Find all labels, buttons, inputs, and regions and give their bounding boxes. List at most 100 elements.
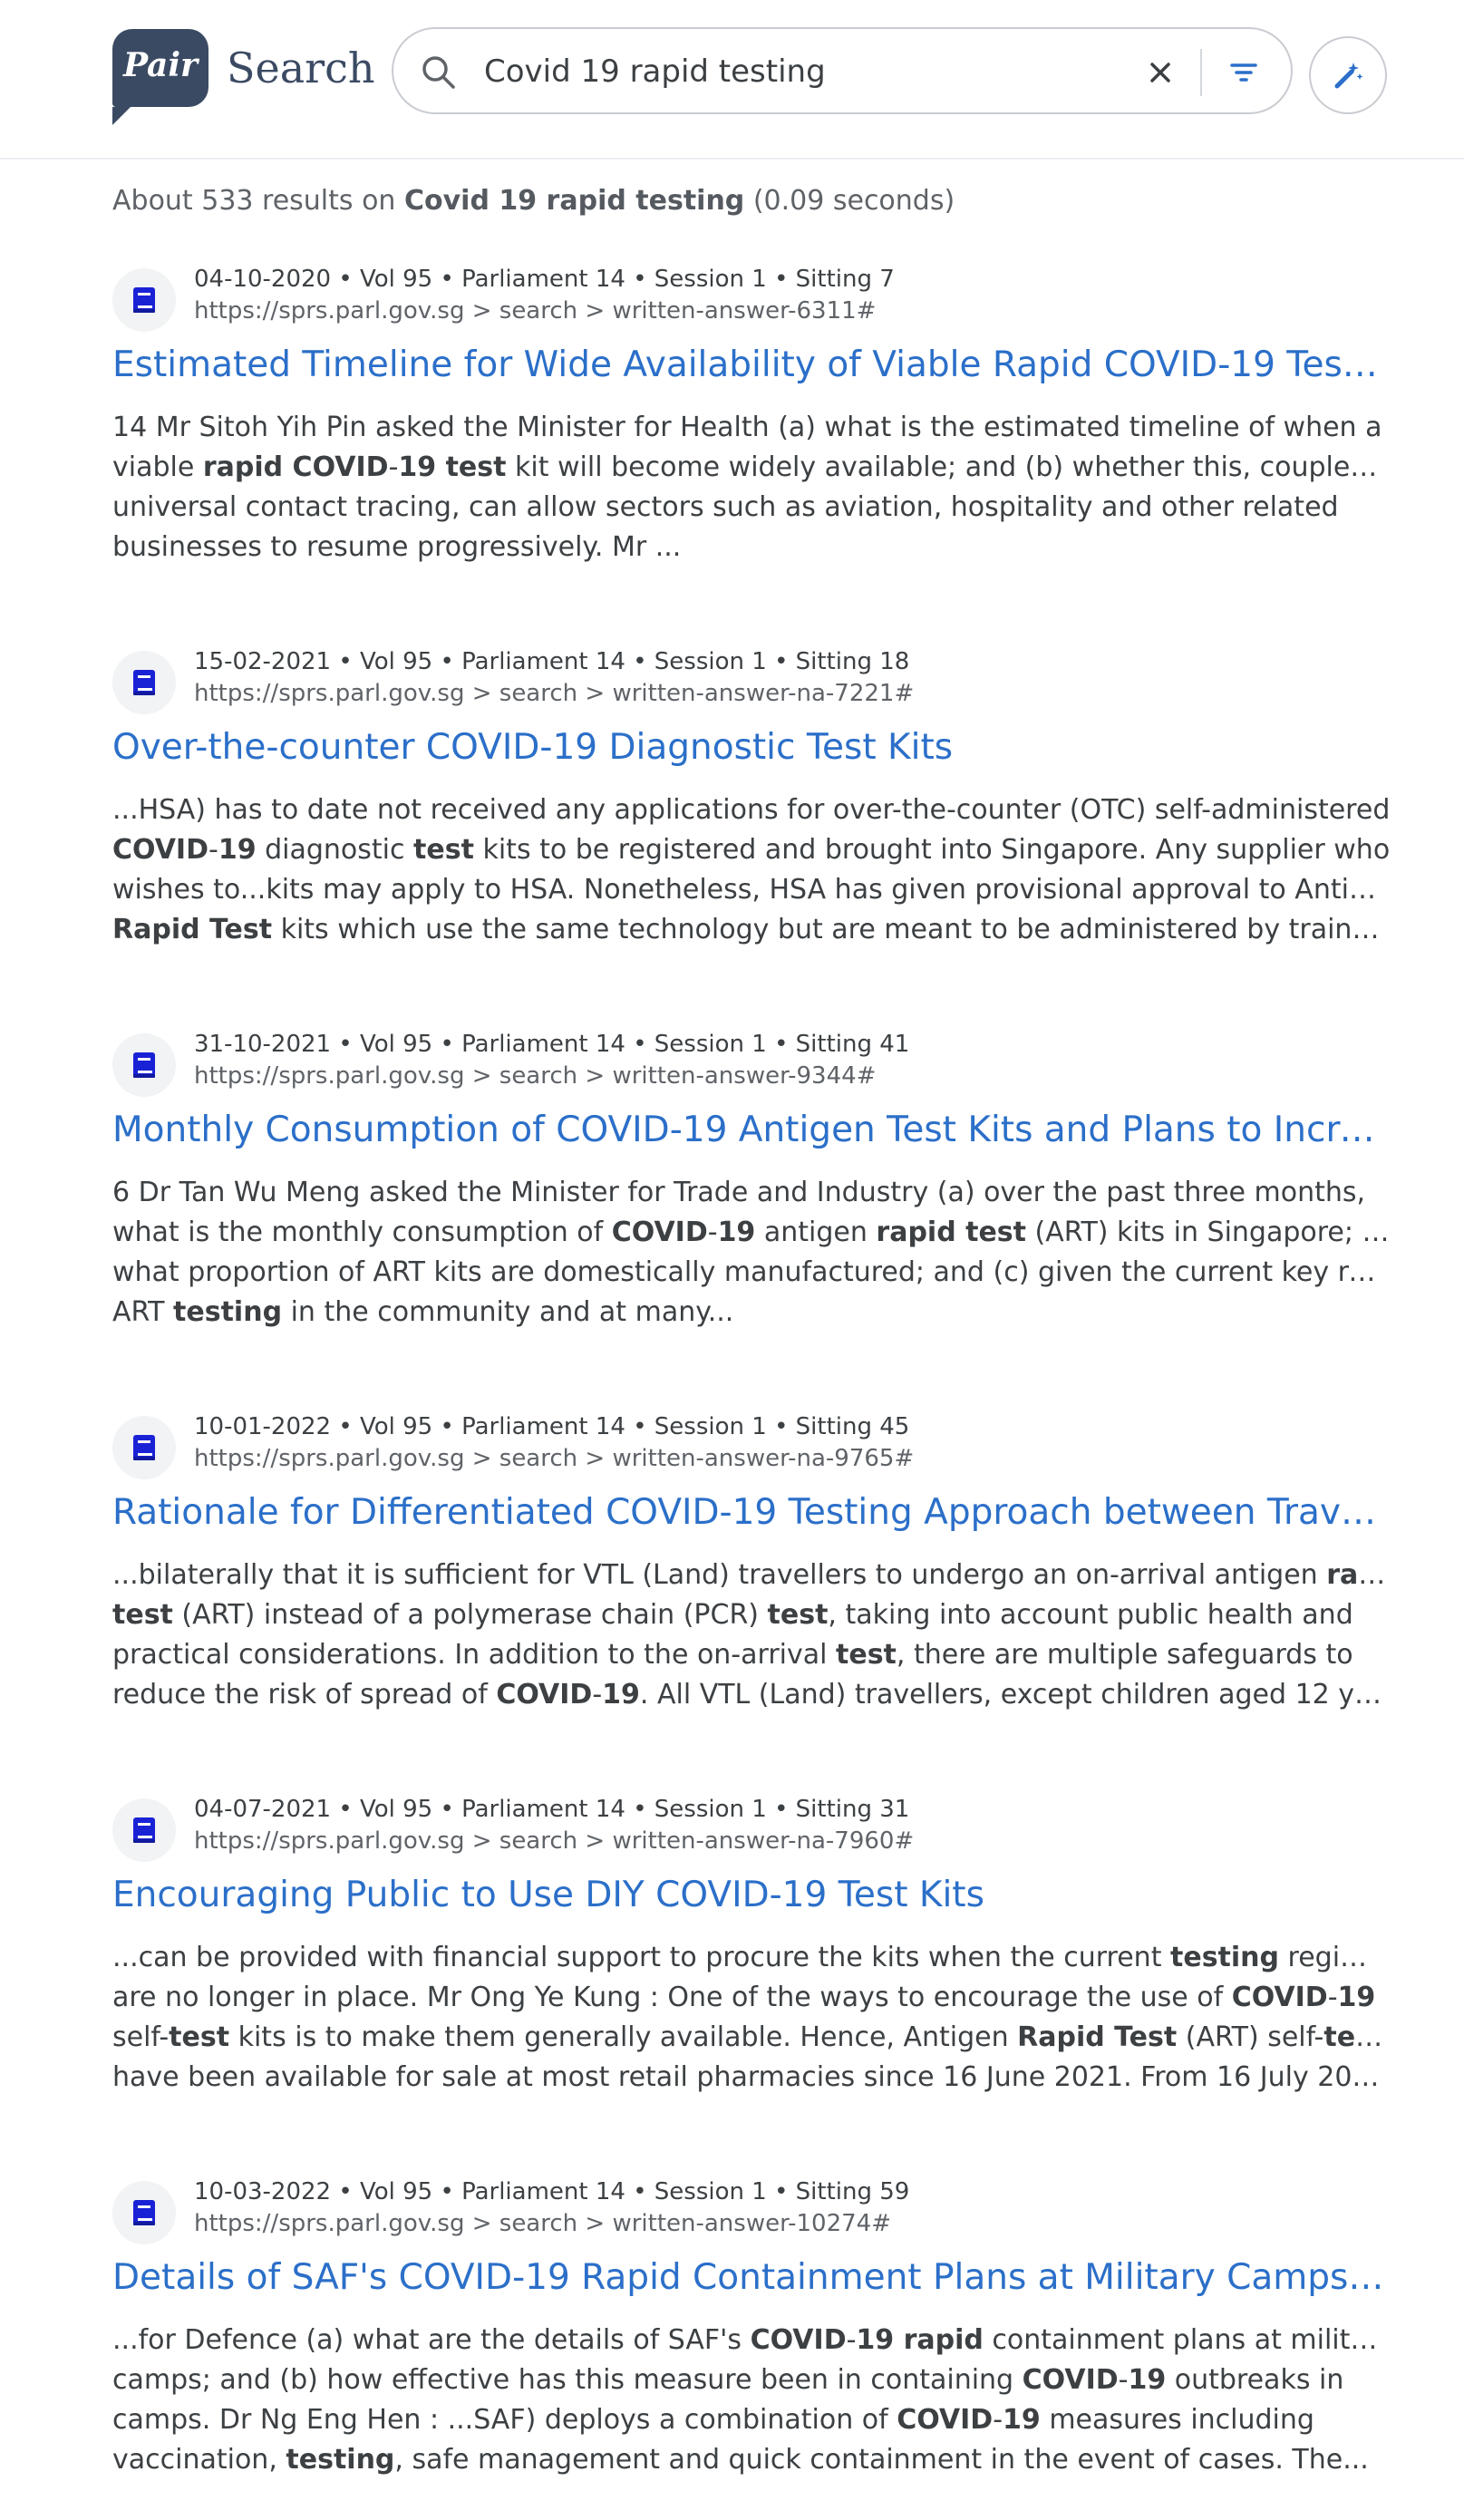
snippet-text: -: [1118, 2364, 1129, 2396]
document-icon-badge: [112, 651, 176, 714]
snippet-line: wishes to...kits may apply to HSA. Nonet…: [112, 870, 1391, 910]
book-icon: [133, 1052, 155, 1078]
snippet-text: ...can be provided with financial suppor…: [112, 1942, 1170, 1973]
snippet-text: what is the monthly consumption of: [112, 1216, 612, 1248]
book-icon: [133, 1817, 155, 1843]
snippet-highlight: testing: [1170, 1942, 1279, 1973]
snippet-highlight: 19 rapid: [856, 2324, 984, 2356]
book-icon: [133, 670, 155, 695]
search-input[interactable]: Covid 19 rapid testing: [484, 51, 826, 92]
snippet-line: Rapid Test kits which use the same techn…: [112, 910, 1391, 950]
results-list: 04-10-2020 • Vol 95 • Parliament 14 • Se…: [112, 263, 1391, 2520]
search-bar[interactable]: Covid 19 rapid testing: [392, 27, 1293, 114]
snippet-highlight: Rapid Test: [1017, 2021, 1178, 2053]
result-url[interactable]: https://sprs.parl.gov.sg > search > writ…: [194, 1826, 914, 1856]
snippet-text: containment plans at military: [983, 2324, 1391, 2356]
snippet-text: kits is to make them generally available…: [229, 2021, 1018, 2053]
top-bar: Pair Search Covid 19 rapid testing: [0, 0, 1464, 160]
snippet-text: , safe management and quick containment …: [394, 2444, 1369, 2476]
close-icon[interactable]: [1142, 54, 1178, 91]
result-title-link[interactable]: Rationale for Differentiated COVID-19 Te…: [112, 1488, 1391, 1537]
snippet-line: what proportion of ART kits are domestic…: [112, 1253, 1391, 1293]
snippet-line: ...HSA) has to date not received any app…: [112, 790, 1391, 830]
result-snippet: ...bilaterally that it is sufficient for…: [112, 1556, 1391, 1715]
result-title-link[interactable]: Estimated Timeline for Wide Availability…: [112, 341, 1391, 390]
results-summary: About 533 results on Covid 19 rapid test…: [112, 181, 955, 221]
snippet-text: practical considerations. In addition to…: [112, 1639, 837, 1671]
result-url[interactable]: https://sprs.parl.gov.sg > search > writ…: [194, 296, 876, 326]
result-snippet: 6 Dr Tan Wu Meng asked the Minister for …: [112, 1173, 1391, 1333]
snippet-line: practical considerations. In addition to…: [112, 1635, 1391, 1675]
snippet-text: (ART) kits in Singapore; (b): [1026, 1216, 1391, 1248]
snippet-line: camps. Dr Ng Eng Hen : ...SAF) deploys a…: [112, 2400, 1391, 2440]
snippet-line: ...for Defence (a) what are the details …: [112, 2321, 1391, 2360]
snippet-highlight: testing: [286, 2444, 395, 2476]
snippet-line: viable rapid COVID-19 test kit will beco…: [112, 448, 1391, 488]
magic-search-button[interactable]: [1309, 36, 1387, 114]
snippet-text: businesses to resume progressively. Mr .…: [112, 531, 682, 563]
document-icon-badge: [112, 268, 176, 332]
snippet-highlight: test: [169, 2021, 230, 2053]
snippet-text: kits: [1384, 2021, 1391, 2053]
snippet-highlight: rapid COVID: [202, 451, 389, 483]
snippet-text: -: [208, 834, 218, 866]
snippet-text: -: [388, 451, 399, 483]
snippet-text: (ART) instead of a polymerase chain (PCR…: [172, 1599, 768, 1631]
snippet-line: what is the monthly consumption of COVID…: [112, 1213, 1391, 1253]
snippet-text: -: [1327, 1982, 1338, 2013]
result-meta: 10-03-2022 • Vol 95 • Parliament 14 • Se…: [194, 2178, 910, 2205]
snippet-text: wishes to...kits may apply to HSA. Nonet…: [112, 874, 1391, 906]
filter-icon[interactable]: [1224, 53, 1264, 92]
result-url[interactable]: https://sprs.parl.gov.sg > search > writ…: [194, 1061, 876, 1091]
snippet-text: universal contact tracing, can allow sec…: [112, 491, 1339, 523]
snippet-line: universal contact tracing, can allow sec…: [112, 488, 1391, 528]
result-title-link[interactable]: Details of SAF's COVID-19 Rapid Containm…: [112, 2253, 1391, 2302]
snippet-line: vaccination, testing, safe management an…: [112, 2440, 1391, 2480]
search-divider: [1200, 49, 1202, 96]
result-title-link[interactable]: Monthly Consumption of COVID-19 Antigen …: [112, 1106, 1391, 1155]
snippet-highlight: rapid: [1326, 1559, 1391, 1591]
result-item: 10-03-2022 • Vol 95 • Parliament 14 • Se…: [112, 2176, 1391, 2520]
snippet-highlight: test: [1323, 2021, 1385, 2053]
snippet-highlight: 19: [1128, 2364, 1167, 2396]
snippet-text: diagnostic: [256, 834, 414, 866]
result-url[interactable]: https://sprs.parl.gov.sg > search > writ…: [194, 1443, 914, 1474]
snippet-line: 14 Mr Sitoh Yih Pin asked the Minister f…: [112, 408, 1391, 448]
snippet-text: (ART) self-: [1177, 2021, 1324, 2053]
snippet-highlight: COVID: [1231, 1982, 1328, 2013]
snippet-line: camps; and (b) how effective has this me…: [112, 2360, 1391, 2400]
snippet-text: camps. Dr Ng Eng Hen : ...SAF) deploys a…: [112, 2404, 897, 2436]
result-meta: 04-10-2020 • Vol 95 • Parliament 14 • Se…: [194, 266, 895, 293]
result-title-link[interactable]: Over-the-counter COVID-19 Diagnostic Tes…: [112, 723, 1391, 772]
result-meta: 15-02-2021 • Vol 95 • Parliament 14 • Se…: [194, 648, 910, 675]
snippet-text: -: [846, 2324, 857, 2356]
result-url[interactable]: https://sprs.parl.gov.sg > search > writ…: [194, 2208, 891, 2239]
document-icon-badge: [112, 2181, 176, 2244]
result-url[interactable]: https://sprs.parl.gov.sg > search > writ…: [194, 678, 914, 709]
snippet-text: -: [993, 2404, 1003, 2436]
snippet-highlight: COVID: [750, 2324, 847, 2356]
snippet-text: , there are multiple safeguards to: [896, 1639, 1353, 1671]
snippet-text: ...bilaterally that it is sufficient for…: [112, 1559, 1327, 1591]
snippet-highlight: testing: [173, 1296, 283, 1328]
snippet-highlight: COVID: [496, 1679, 593, 1711]
result-title-link[interactable]: Encouraging Public to Use DIY COVID-19 T…: [112, 1871, 1391, 1920]
result-snippet: 14 Mr Sitoh Yih Pin asked the Minister f…: [112, 408, 1391, 567]
snippet-line: reduce the risk of spread of COVID-19. A…: [112, 1675, 1391, 1715]
snippet-highlight: 19: [602, 1679, 640, 1711]
snippet-text: ART: [112, 1296, 174, 1328]
snippet-text: ...HSA) has to date not received any app…: [112, 794, 1391, 826]
snippet-highlight: COVID: [611, 1216, 708, 1248]
snippet-highlight: test: [112, 1599, 173, 1631]
summary-suffix: (0.09 seconds): [744, 185, 955, 217]
book-icon: [133, 2200, 155, 2225]
result-item: 10-01-2022 • Vol 95 • Parliament 14 • Se…: [112, 1410, 1391, 1793]
result-snippet: ...for Defence (a) what are the details …: [112, 2321, 1391, 2480]
logo[interactable]: Pair Search: [112, 29, 375, 125]
snippet-highlight: COVID: [1022, 2364, 1119, 2396]
snippet-highlight: 19: [1003, 2404, 1041, 2436]
snippet-text: vaccination,: [112, 2444, 286, 2476]
logo-badge: Pair: [112, 29, 208, 125]
snippet-line: self-test kits is to make them generally…: [112, 2018, 1391, 2058]
snippet-text: reduce the risk of spread of: [112, 1679, 497, 1711]
